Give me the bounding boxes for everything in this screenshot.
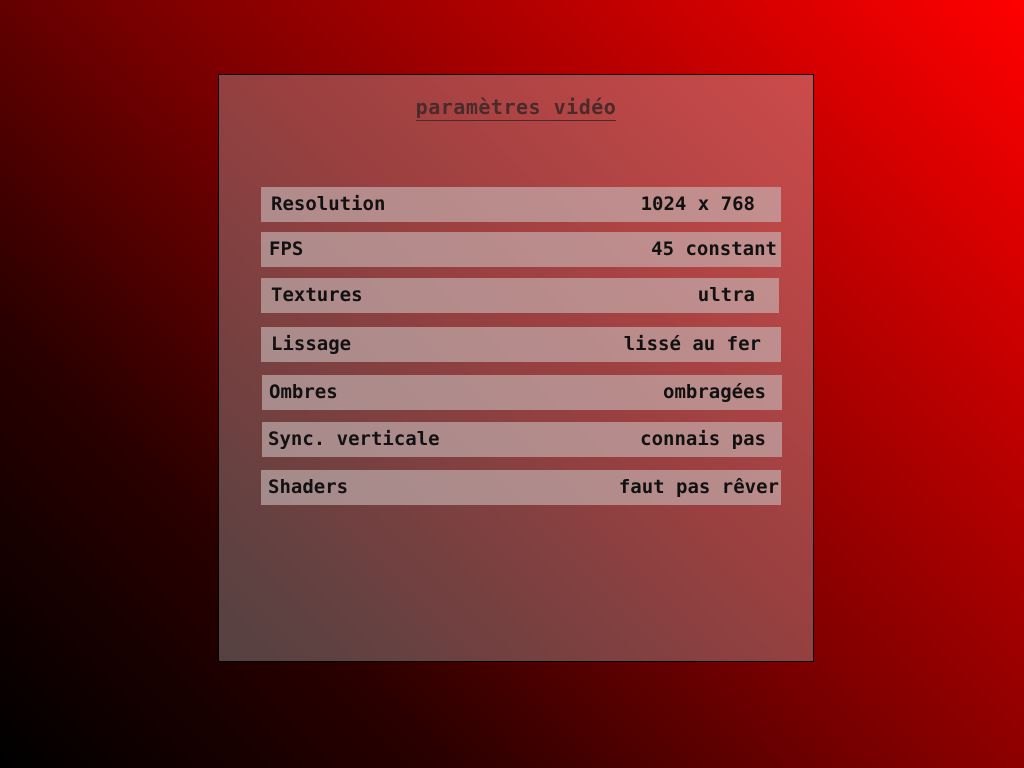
option-ombres[interactable]: Ombres ombragées — [262, 375, 782, 410]
panel-title-text: paramètres vidéo — [415, 95, 617, 121]
option-textures[interactable]: Textures ultra — [261, 278, 779, 313]
option-resolution[interactable]: Resolution 1024 x 768 — [261, 187, 781, 222]
option-value: faut pas rêver — [618, 476, 779, 498]
option-sync-verticale[interactable]: Sync. verticale connais pas — [262, 422, 782, 457]
option-value: connais pas — [640, 428, 766, 450]
option-value: ombragées — [663, 381, 766, 403]
option-label: FPS — [269, 238, 304, 260]
option-label: Resolution — [271, 193, 386, 215]
option-value: lissé au fer — [623, 333, 761, 355]
option-label: Lissage — [271, 333, 352, 355]
panel-title: paramètres vidéo — [219, 95, 813, 121]
option-label: Textures — [271, 284, 363, 306]
video-settings-panel: paramètres vidéo Resolution 1024 x 768 F… — [218, 74, 814, 662]
option-shaders[interactable]: Shaders faut pas rêver — [261, 470, 781, 505]
option-lissage[interactable]: Lissage lissé au fer — [261, 327, 781, 362]
option-label: Ombres — [269, 381, 338, 403]
option-value: 45 constant — [651, 238, 777, 260]
option-fps[interactable]: FPS 45 constant — [261, 232, 781, 267]
option-label: Sync. verticale — [268, 428, 440, 450]
option-label: Shaders — [268, 476, 349, 498]
option-value: 1024 x 768 — [640, 193, 755, 215]
option-value: ultra — [697, 284, 755, 306]
